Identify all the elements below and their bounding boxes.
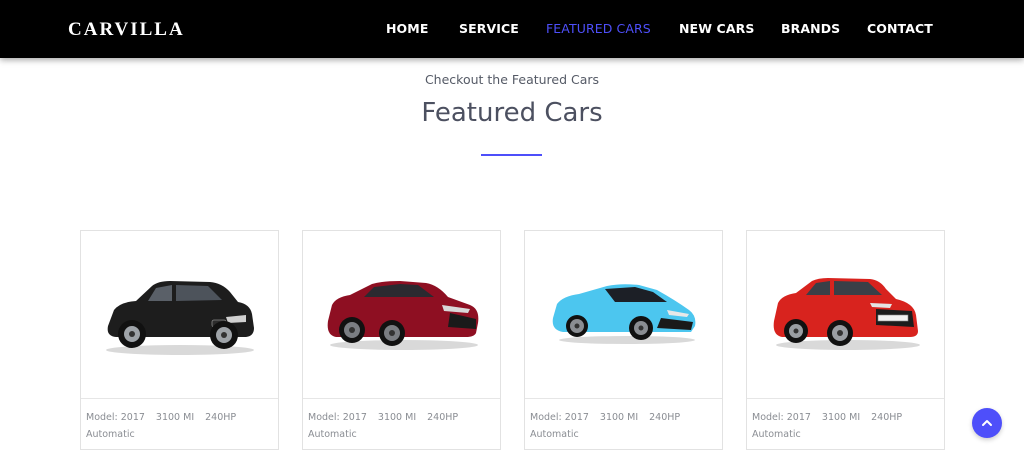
red-wagon-image <box>773 277 920 350</box>
car-card[interactable]: Model: 2017 3100 MI 240HP Automatic <box>80 230 279 450</box>
car-specs: Model: 2017 3100 MI 240HP Automatic <box>86 409 247 443</box>
top-navbar: CARVILLA HOME SERVICE FEATURED CARS NEW … <box>0 0 1024 58</box>
nav-item-home[interactable]: HOME <box>386 21 428 36</box>
car-transmission: Automatic <box>530 429 579 440</box>
section-title: Featured Cars <box>421 98 603 128</box>
car-image[interactable] <box>81 231 278 398</box>
car-mileage: 3100 MI <box>377 412 417 423</box>
main-nav: HOME SERVICE FEATURED CARS NEW CARS BRAN… <box>0 21 1024 37</box>
car-transmission: Automatic <box>752 429 801 440</box>
car-mileage: 3100 MI <box>155 412 195 423</box>
section-subtitle: Checkout the Featured Cars <box>424 72 600 87</box>
car-model: Model: 2017 <box>530 412 589 423</box>
car-power: 240HP <box>205 412 237 423</box>
car-image[interactable] <box>303 231 500 398</box>
red-sports-coupe-image <box>327 280 478 350</box>
car-mileage: 3100 MI <box>599 412 639 423</box>
card-divider <box>303 398 500 399</box>
nav-item-brands[interactable]: BRANDS <box>781 21 840 36</box>
card-divider <box>525 398 722 399</box>
nav-item-service[interactable]: SERVICE <box>459 21 519 36</box>
card-divider <box>747 398 944 399</box>
car-model: Model: 2017 <box>752 412 811 423</box>
car-specs: Model: 2017 3100 MI 240HP Automatic <box>308 409 469 443</box>
blue-supercar-image <box>552 283 695 344</box>
car-model: Model: 2017 <box>86 412 145 423</box>
nav-item-new-cars[interactable]: NEW CARS <box>679 21 754 36</box>
car-specs: Model: 2017 3100 MI 240HP Automatic <box>752 409 913 443</box>
car-transmission: Automatic <box>86 429 135 440</box>
car-image[interactable] <box>525 231 722 398</box>
title-underline <box>481 154 542 156</box>
car-model: Model: 2017 <box>308 412 367 423</box>
nav-item-contact[interactable]: CONTACT <box>867 21 933 36</box>
car-mileage: 3100 MI <box>821 412 861 423</box>
black-suv-image <box>105 280 254 355</box>
scroll-to-top-button[interactable] <box>972 408 1002 438</box>
car-specs: Model: 2017 3100 MI 240HP Automatic <box>530 409 691 443</box>
car-power: 240HP <box>427 412 459 423</box>
car-power: 240HP <box>649 412 681 423</box>
nav-item-featured-cars[interactable]: FEATURED CARS <box>546 21 651 36</box>
car-power: 240HP <box>871 412 903 423</box>
car-image[interactable] <box>747 231 944 398</box>
card-divider <box>81 398 278 399</box>
car-transmission: Automatic <box>308 429 357 440</box>
car-card[interactable]: Model: 2017 3100 MI 240HP Automatic <box>302 230 501 450</box>
chevron-up-icon <box>982 420 992 426</box>
car-card[interactable]: Model: 2017 3100 MI 240HP Automatic <box>524 230 723 450</box>
car-card[interactable]: Model: 2017 3100 MI 240HP Automatic <box>746 230 945 450</box>
